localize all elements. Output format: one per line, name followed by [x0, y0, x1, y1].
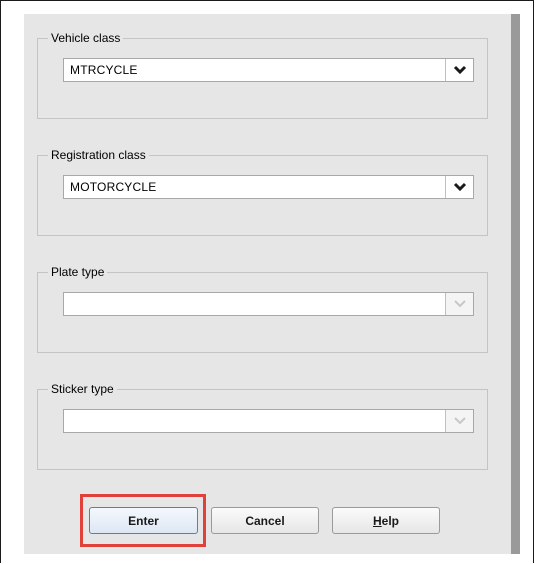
registration-class-value: MOTORCYCLE — [70, 180, 157, 194]
plate-type-label: Plate type — [48, 264, 108, 280]
plate-type-select[interactable] — [63, 292, 474, 316]
help-button[interactable]: Help — [332, 507, 440, 534]
sticker-type-group: Sticker type — [37, 381, 488, 470]
registration-class-select[interactable]: MOTORCYCLE — [63, 175, 474, 199]
sticker-type-select[interactable] — [63, 409, 474, 433]
chevron-down-icon[interactable] — [445, 176, 473, 198]
enter-button-highlight — [80, 494, 206, 547]
cancel-button[interactable]: Cancel — [211, 507, 319, 534]
registration-class-label: Registration class — [48, 147, 149, 163]
vehicle-class-label: Vehicle class — [48, 30, 124, 46]
chevron-down-icon[interactable] — [445, 293, 473, 315]
vehicle-class-value: MTRCYCLE — [70, 63, 138, 77]
vehicle-class-select[interactable]: MTRCYCLE — [63, 58, 474, 82]
sticker-type-label: Sticker type — [48, 381, 117, 397]
chevron-down-icon[interactable] — [445, 410, 473, 432]
help-label-rest: elp — [381, 513, 399, 528]
plate-type-group: Plate type — [37, 264, 488, 353]
chevron-down-icon[interactable] — [445, 59, 473, 81]
registration-class-group: Registration class MOTORCYCLE — [37, 147, 488, 236]
vehicle-class-group: Vehicle class MTRCYCLE — [37, 30, 488, 119]
help-mnemonic: H — [372, 513, 382, 528]
scrollbar[interactable] — [511, 14, 520, 554]
